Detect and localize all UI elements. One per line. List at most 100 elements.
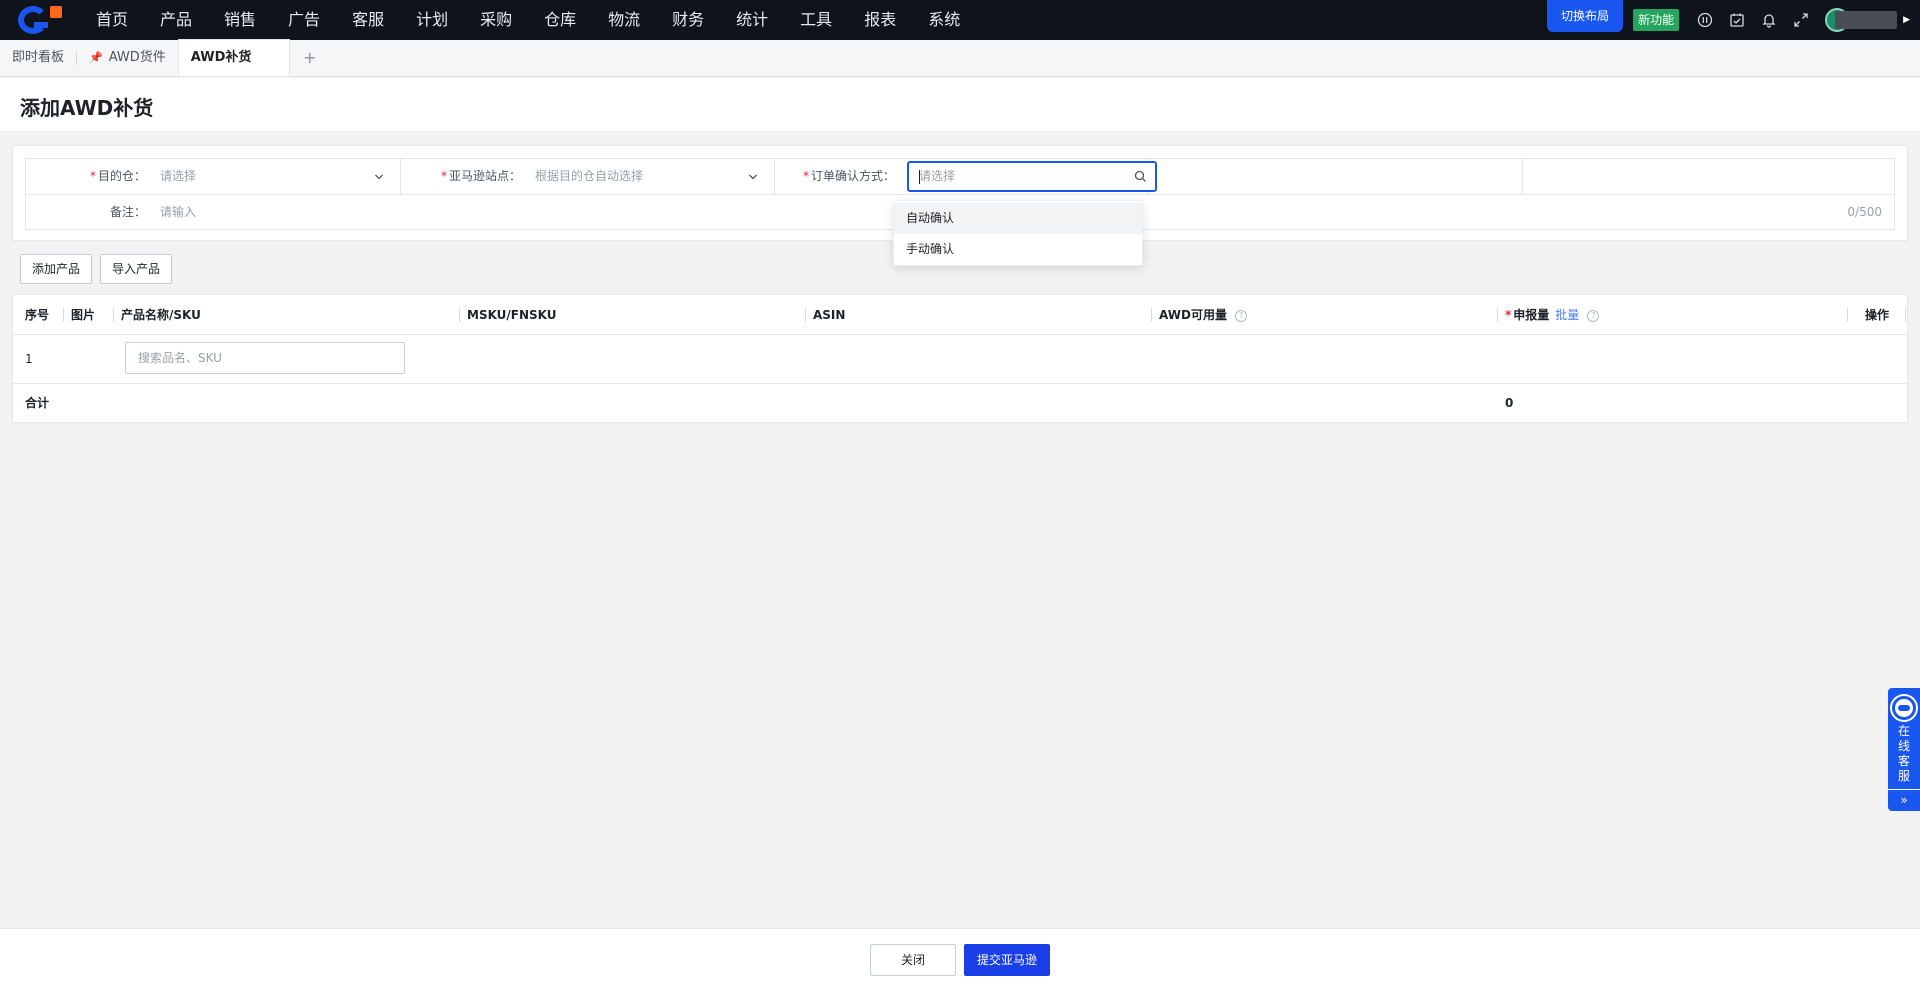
destination-label: 目的仓： xyxy=(97,169,146,183)
tab-label: AWD货件 xyxy=(108,50,166,65)
col-declare: * 申报量 批量? xyxy=(1505,295,1600,335)
remark-label: 备注： xyxy=(109,205,146,219)
nav-item-reports[interactable]: 报表 xyxy=(848,0,912,40)
col-divider xyxy=(459,308,460,322)
amazon-site-label: 亚马逊站点： xyxy=(448,169,521,183)
submit-amazon-button[interactable]: 提交亚马逊 xyxy=(964,944,1050,976)
confirm-method-placeholder: 请选择 xyxy=(919,169,956,183)
remark-counter: 0/500 xyxy=(1847,205,1882,219)
declare-total: 0 xyxy=(1505,396,1514,410)
product-table: 序号 图片 产品名称/SKU MSKU/FNSKU ASIN AWD可用量? *… xyxy=(12,294,1908,423)
nav-item-ads[interactable]: 广告 xyxy=(272,0,336,40)
headset-icon xyxy=(1892,696,1916,720)
nav-item-sales[interactable]: 销售 xyxy=(208,0,272,40)
page-tabs: 即时看板 📌 AWD货件 AWD补货 + xyxy=(0,39,1920,77)
col-image: 图片 xyxy=(71,308,96,322)
switch-layout-button[interactable]: 切换布局 xyxy=(1547,0,1624,32)
fullscreen-icon[interactable] xyxy=(1793,12,1809,28)
add-product-button[interactable]: 添加产品 xyxy=(20,254,93,284)
remark-input[interactable]: 请输入 xyxy=(160,195,196,230)
online-service-widget[interactable]: 在线客服 » xyxy=(1888,688,1920,811)
tab-awd-replenish[interactable]: AWD补货 xyxy=(177,39,290,76)
nav-item-logistics[interactable]: 物流 xyxy=(592,0,656,40)
destination-select[interactable]: 请选择 xyxy=(160,159,196,194)
destination-field[interactable]: * 目的仓： 请选择 xyxy=(26,159,401,194)
col-awd-available: AWD可用量? xyxy=(1159,295,1247,335)
main-nav: 首页 产品 销售 广告 客服 计划 采购 仓库 物流 财务 统计 工具 报表 系… xyxy=(80,0,976,40)
tab-awd-shipment[interactable]: 📌 AWD货件 xyxy=(77,40,178,76)
tab-label: AWD补货 xyxy=(190,50,252,65)
total-label: 合计 xyxy=(25,396,50,410)
empty-cell xyxy=(1523,159,1895,194)
batch-link[interactable]: 批量 xyxy=(1555,308,1579,322)
confirm-method-dropdown: 自动确认 手动确认 xyxy=(893,200,1143,266)
row-index: 1 xyxy=(25,352,33,366)
col-divider xyxy=(1151,308,1152,322)
nav-item-product[interactable]: 产品 xyxy=(144,0,208,40)
page-header: 添加AWD补货 xyxy=(0,78,1920,132)
col-awd-label: AWD可用量 xyxy=(1159,308,1227,322)
table-header: 序号 图片 产品名称/SKU MSKU/FNSKU ASIN AWD可用量? *… xyxy=(13,295,1907,335)
nav-item-plan[interactable]: 计划 xyxy=(400,0,464,40)
online-service-label: 在线客服 xyxy=(1897,724,1910,783)
amazon-site-select[interactable]: 根据目的仓自动选择 xyxy=(535,159,643,194)
page-title: 添加AWD补货 xyxy=(20,96,154,120)
nav-item-stats[interactable]: 统计 xyxy=(720,0,784,40)
nav-item-tools[interactable]: 工具 xyxy=(784,0,848,40)
col-divider xyxy=(63,308,64,322)
help-icon[interactable]: ? xyxy=(1587,309,1600,322)
product-actions: 添加产品 导入产品 xyxy=(20,254,180,284)
table-footer: 合计 0 xyxy=(13,384,1907,423)
caret-right-icon: ▶ xyxy=(1903,15,1910,25)
col-divider xyxy=(1497,308,1498,322)
confirm-method-select[interactable]: 请选择 xyxy=(907,161,1157,192)
confirm-method-label: 订单确认方式： xyxy=(810,169,895,183)
amazon-site-field[interactable]: * 亚马逊站点： 根据目的仓自动选择 xyxy=(401,159,775,194)
nav-item-warehouse[interactable]: 仓库 xyxy=(528,0,592,40)
nav-item-purchase[interactable]: 采购 xyxy=(464,0,528,40)
chevron-down-icon xyxy=(748,171,758,181)
required-mark: * xyxy=(440,169,447,183)
table-row: 1 搜索品名、SKU xyxy=(13,335,1907,384)
col-divider xyxy=(805,308,806,322)
chevron-down-icon xyxy=(374,171,384,181)
top-navbar: 首页 产品 销售 广告 客服 计划 采购 仓库 物流 财务 统计 工具 报表 系… xyxy=(0,0,1920,40)
close-button[interactable]: 关闭 xyxy=(870,944,956,976)
bell-icon[interactable] xyxy=(1761,12,1777,28)
required-mark: * xyxy=(89,169,96,183)
pause-circle-icon[interactable] xyxy=(1697,12,1713,28)
col-asin: ASIN xyxy=(813,308,846,322)
logo[interactable] xyxy=(0,0,80,40)
tab-label: 即时看板 xyxy=(12,50,65,65)
required-mark: * xyxy=(1505,308,1512,322)
user-menu[interactable]: ▶ xyxy=(1825,8,1910,32)
nav-item-finance[interactable]: 财务 xyxy=(656,0,720,40)
username-masked xyxy=(1835,11,1898,29)
option-auto-confirm[interactable]: 自动确认 xyxy=(894,203,1142,234)
col-msku: MSKU/FNSKU xyxy=(467,308,557,322)
col-declare-label: 申报量 xyxy=(1513,308,1550,322)
col-divider xyxy=(1905,308,1906,322)
product-search-input[interactable]: 搜索品名、SKU xyxy=(125,342,405,374)
import-product-button[interactable]: 导入产品 xyxy=(100,254,173,284)
col-divider xyxy=(1847,308,1848,322)
option-manual-confirm[interactable]: 手动确认 xyxy=(894,234,1142,265)
add-tab-button[interactable]: + xyxy=(290,40,330,76)
task-check-icon[interactable] xyxy=(1729,12,1745,28)
nav-item-system[interactable]: 系统 xyxy=(912,0,976,40)
top-right-tools: 切换布局 新功能 ▶ xyxy=(1547,0,1920,40)
new-feature-badge[interactable]: 新功能 xyxy=(1633,9,1680,31)
required-mark: * xyxy=(802,169,809,183)
help-icon[interactable]: ? xyxy=(1234,309,1247,322)
text-cursor xyxy=(919,170,920,184)
tab-dashboard[interactable]: 即时看板 xyxy=(0,40,76,76)
col-index: 序号 xyxy=(25,308,50,322)
collapse-arrow-icon[interactable]: » xyxy=(1888,789,1920,811)
col-operation: 操作 xyxy=(1865,308,1890,322)
nav-item-service[interactable]: 客服 xyxy=(336,0,400,40)
search-icon xyxy=(1134,170,1147,183)
bottom-action-bar: 关闭 提交亚马逊 xyxy=(0,928,1920,992)
empty-cell xyxy=(1149,159,1523,194)
pin-icon: 📌 xyxy=(89,51,103,64)
nav-item-home[interactable]: 首页 xyxy=(80,0,144,40)
